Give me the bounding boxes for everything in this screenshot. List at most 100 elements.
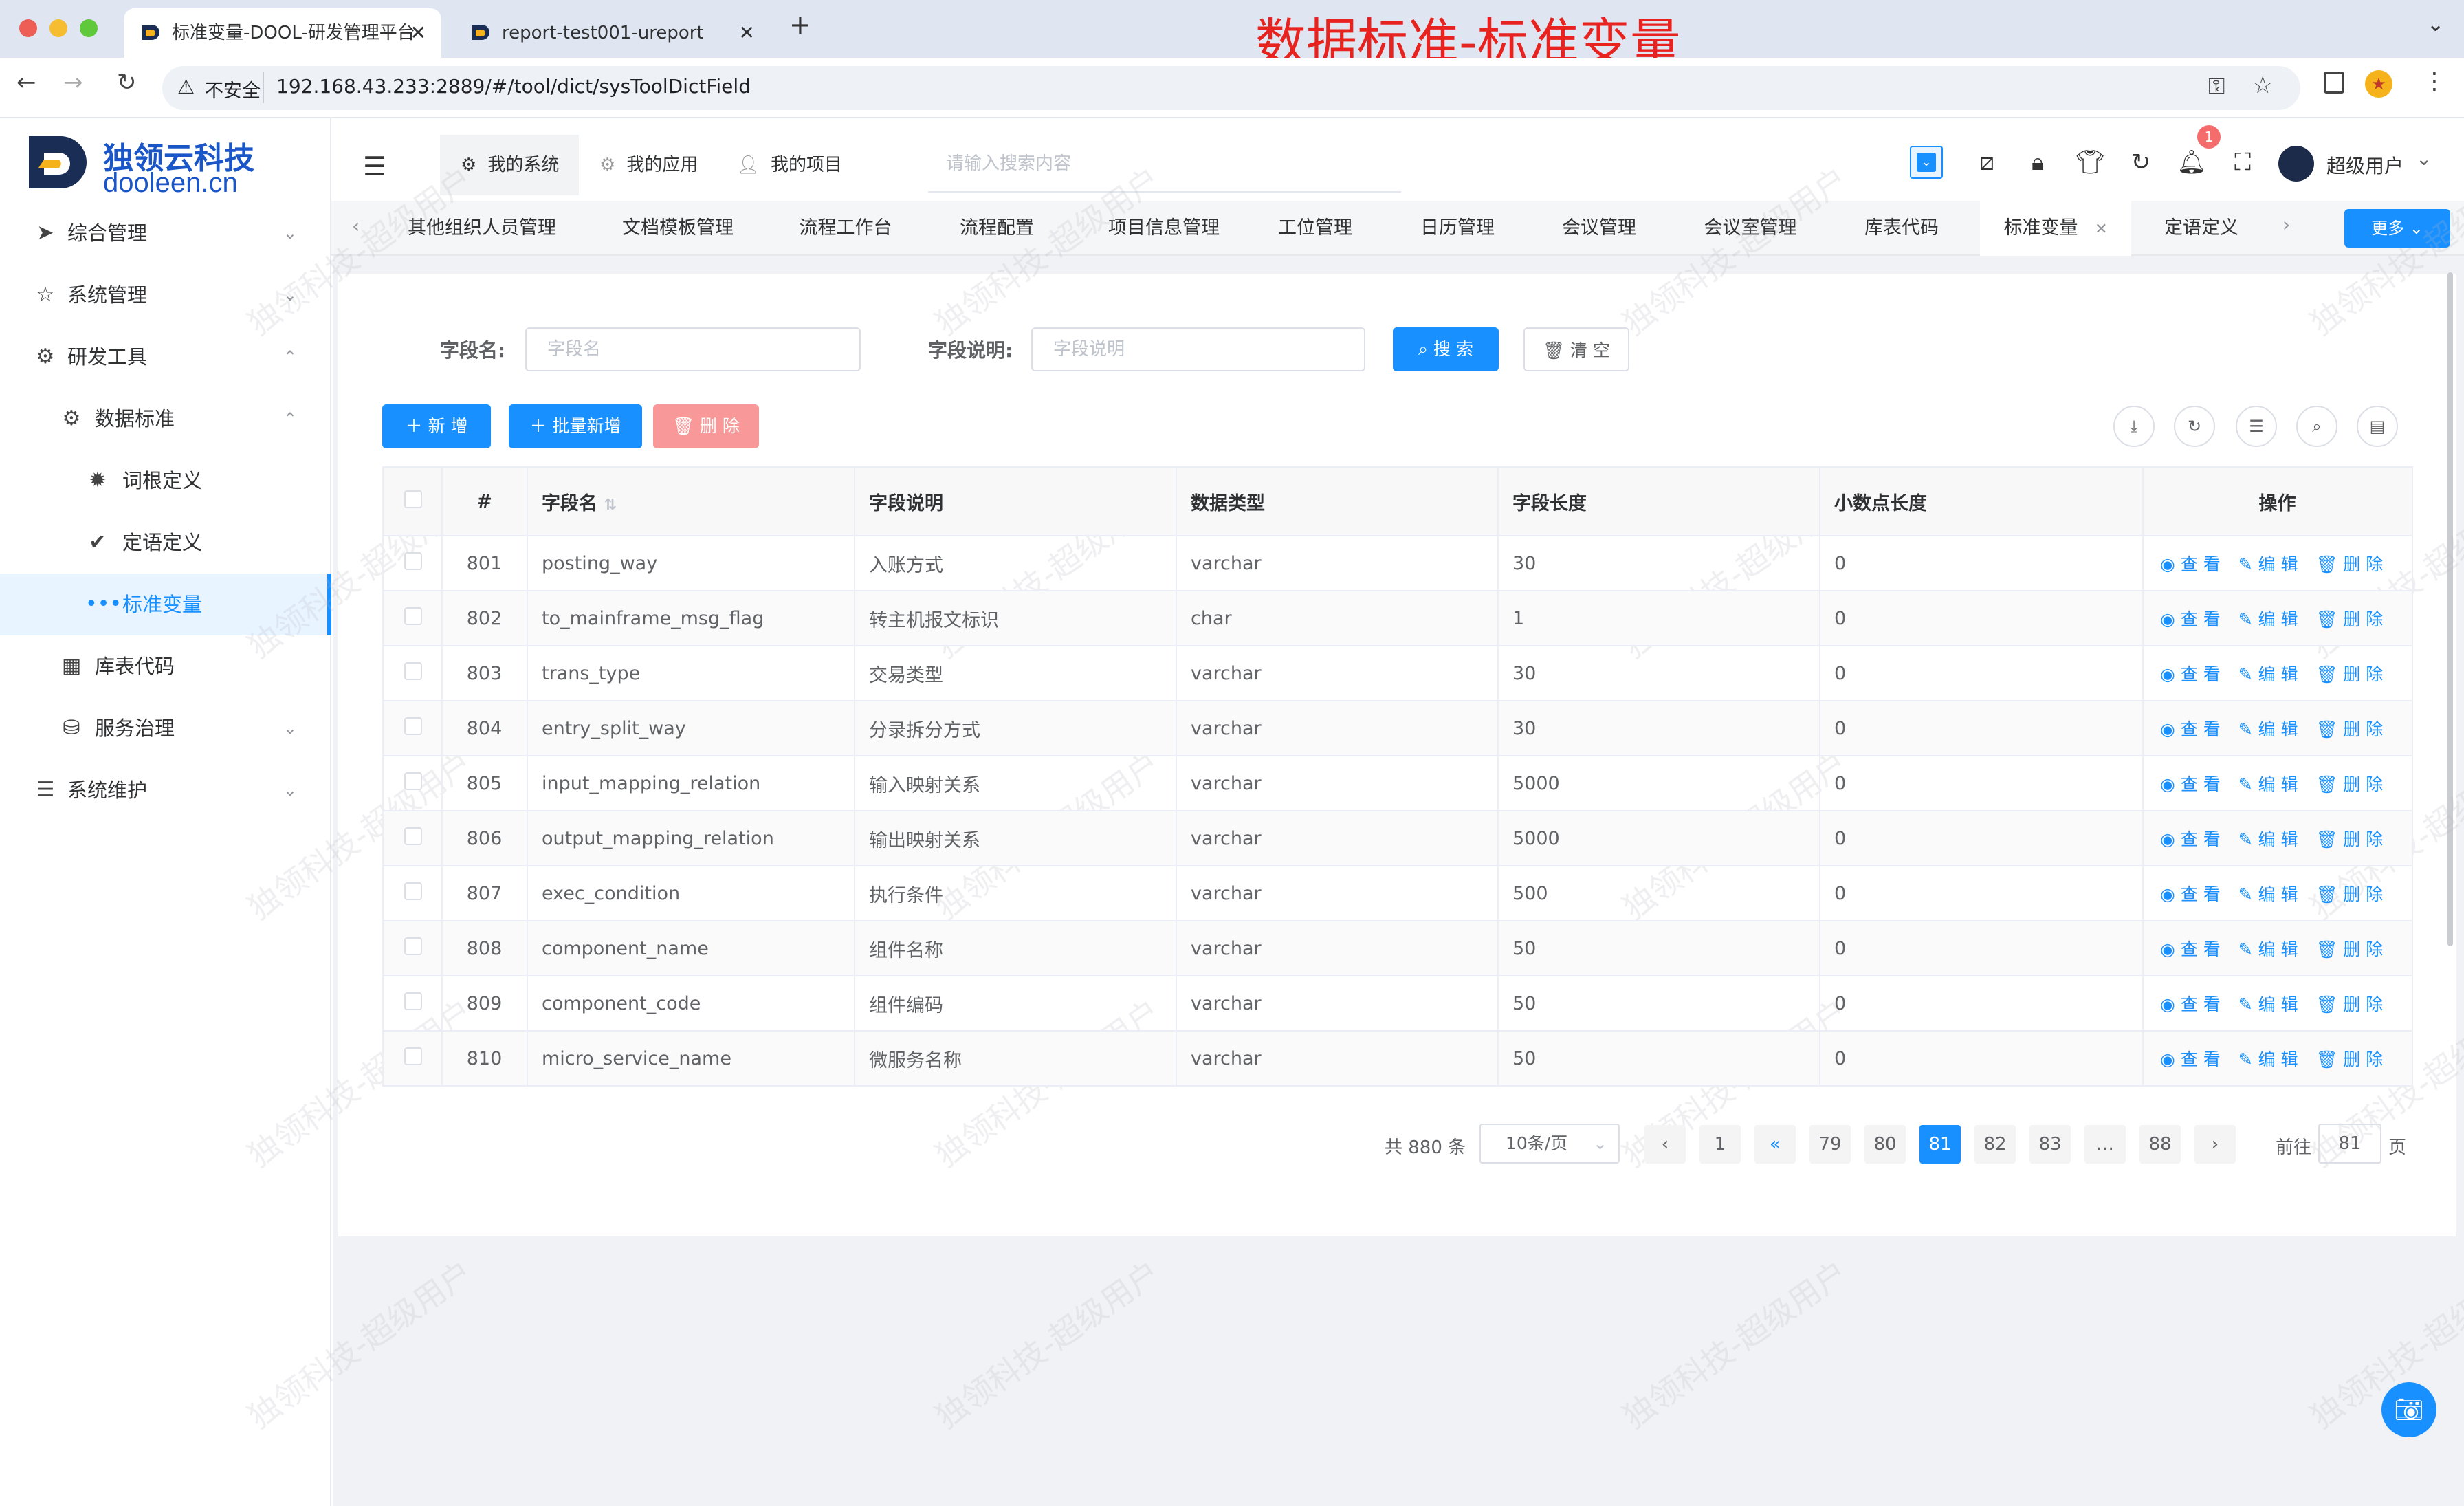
lock-icon[interactable]: 🔒︎ [2023, 147, 2053, 177]
next-page-icon[interactable]: › [2194, 1125, 2236, 1164]
delete-row-button[interactable]: 🗑︎ 删 除 [2316, 664, 2384, 684]
page-number[interactable]: 82 [1974, 1125, 2016, 1164]
search-button[interactable]: ⌕ 搜 索 [1393, 327, 1499, 371]
delete-row-button[interactable]: 🗑︎ 删 除 [2316, 719, 2384, 739]
new-tab-icon[interactable]: + [789, 10, 811, 40]
sidebar-item-service-gov[interactable]: ⛁ 服务治理 ⌄ [0, 697, 331, 759]
goto-page-input[interactable]: 81 [2318, 1124, 2382, 1164]
edit-button[interactable]: ✎ 编 辑 [2238, 829, 2298, 849]
page-size-select[interactable]: 10条/页 ⌄ [1480, 1124, 1620, 1164]
table-row[interactable]: 808 component_name 组件名称 varchar 50 0 ◉ 查 看 ✎ 编 … [382, 921, 2413, 976]
edit-button[interactable]: ✎ 编 辑 [2238, 1049, 2298, 1069]
row-checkbox[interactable] [382, 1031, 443, 1087]
row-checkbox[interactable] [382, 976, 443, 1032]
page-tab[interactable]: 库表代码 [1854, 201, 1950, 256]
back-arrow-icon[interactable]: ← [16, 69, 36, 96]
page-tab[interactable]: 流程工作台 [791, 201, 901, 256]
page-tab-active[interactable]: 标准变量 ✕ [1980, 201, 2131, 256]
view-button[interactable]: ◉ 查 看 [2160, 664, 2221, 684]
delete-button[interactable]: 🗑︎ 删 除 [653, 404, 759, 448]
sidebar-item-table-code[interactable]: ▦ 库表代码 [0, 635, 331, 697]
camera-icon[interactable]: 📷︎ [2382, 1382, 2436, 1437]
sidebar-item-devtools[interactable]: ⚙ 研发工具 ⌃ [0, 326, 331, 388]
delete-row-button[interactable]: 🗑︎ 删 除 [2316, 829, 2384, 849]
page-tab[interactable]: 流程配置 [942, 201, 1052, 256]
browser-tab-active[interactable]: 标准变量-DOOL-研发管理平台 ✕ [124, 8, 441, 58]
view-button[interactable]: ◉ 查 看 [2160, 609, 2221, 629]
more-tabs-button[interactable]: 更多 ⌄ [2344, 209, 2450, 248]
download-icon[interactable]: ⤓ [2113, 406, 2155, 447]
view-button[interactable]: ◉ 查 看 [2160, 829, 2221, 849]
edit-button[interactable]: ✎ 编 辑 [2238, 554, 2298, 574]
browser-tab[interactable]: report-test001-ureport ✕ [454, 8, 770, 58]
table-row[interactable]: 807 exec_condition 执行条件 varchar 500 0 ◉ 查 看 ✎ 编… [382, 866, 2413, 921]
jump-back-icon[interactable]: « [1754, 1125, 1796, 1164]
page-number-current[interactable]: 81 [1920, 1125, 1961, 1164]
tab-list-chevron-icon[interactable]: ⌄ [2427, 12, 2444, 36]
tab-my-projects[interactable]: 👤︎ 我的项目 [737, 135, 874, 195]
page-tab[interactable]: 其他组织人员管理 [399, 201, 565, 256]
delete-row-button[interactable]: 🗑︎ 删 除 [2316, 1049, 2384, 1069]
edit-button[interactable]: ✎ 编 辑 [2238, 939, 2298, 959]
user-chevron-down-icon[interactable]: ⌄ [2416, 147, 2432, 170]
global-search-input[interactable]: 请输入搜索内容 [928, 149, 1401, 193]
page-tab[interactable]: 文档模板管理 [606, 201, 749, 256]
delete-row-button[interactable]: 🗑︎ 删 除 [2316, 554, 2384, 574]
row-checkbox[interactable] [382, 591, 443, 646]
page-number[interactable]: 79 [1810, 1125, 1851, 1164]
table-row[interactable]: 810 micro_service_name 微服务名称 varchar 50 0 ◉ 查 … [382, 1031, 2413, 1087]
table-row[interactable]: 802 to_mainframe_msg_flag 转主机报文标识 char 1 0 ◉ 查… [382, 591, 2413, 646]
table-row[interactable]: 803 trans_type 交易类型 varchar 30 0 ◉ 查 看 ✎ 编 辑 🗑︎ … [382, 646, 2413, 701]
theme-picker-icon[interactable]: ⌄ [1910, 146, 1943, 179]
sidebar-item-data-standard[interactable]: ⚙ 数据标准 ⌃ [0, 388, 331, 450]
tab-my-apps[interactable]: ⚙ 我的应用 [600, 135, 737, 195]
page-number[interactable]: 1 [1700, 1125, 1741, 1164]
view-button[interactable]: ◉ 查 看 [2160, 884, 2221, 904]
prev-page-icon[interactable]: ‹ [1644, 1125, 1686, 1164]
page-tab[interactable]: 日历管理 [1409, 201, 1506, 256]
row-checkbox[interactable] [382, 646, 443, 701]
filter-settings-icon[interactable]: ☰ [2236, 406, 2277, 447]
close-icon[interactable]: ✕ [2095, 221, 2107, 238]
row-checkbox[interactable] [382, 536, 443, 591]
row-checkbox[interactable] [382, 701, 443, 756]
field-name-input[interactable]: 字段名 [525, 327, 861, 371]
view-button[interactable]: ◉ 查 看 [2160, 1049, 2221, 1069]
search-icon[interactable]: ⌕ [2296, 406, 2338, 447]
bookmark-star-icon[interactable]: ☆ [2252, 72, 2273, 99]
page-tab[interactable]: 项目信息管理 [1093, 201, 1235, 256]
sidebar-item-maintenance[interactable]: ☰ 系统维护 ⌄ [0, 759, 331, 821]
minimize-window-button[interactable] [50, 19, 67, 37]
clear-button[interactable]: 🗑︎ 清 空 [1524, 327, 1629, 371]
fullscreen-icon[interactable]: ⛶ [2228, 147, 2258, 177]
extension-icon[interactable]: ★ [2365, 70, 2392, 98]
key-icon[interactable]: ⚿ [2208, 73, 2225, 100]
refresh-icon[interactable]: ↻ [2174, 406, 2215, 447]
delete-row-button[interactable]: 🗑︎ 删 除 [2316, 884, 2384, 904]
view-button[interactable]: ◉ 查 看 [2160, 719, 2221, 739]
page-number[interactable]: 88 [2140, 1125, 2181, 1164]
page-number[interactable]: 80 [1864, 1125, 1906, 1164]
column-field-name[interactable]: 字段名 ⇅ [527, 466, 855, 536]
close-tab-icon[interactable]: ✕ [410, 8, 426, 58]
page-number[interactable]: 83 [2030, 1125, 2071, 1164]
sidebar-item-attr-def[interactable]: ✔ 定语定义 [0, 512, 331, 574]
page-tab[interactable]: 定语定义 [2152, 201, 2251, 256]
edit-button[interactable]: ✎ 编 辑 [2238, 609, 2298, 629]
close-window-button[interactable] [19, 19, 37, 37]
more-menu-icon[interactable]: ⋮ [2423, 67, 2446, 95]
layout-icon[interactable]: ⧄ [1972, 147, 2002, 177]
sort-icon[interactable]: ⇅ [604, 496, 616, 514]
delete-row-button[interactable]: 🗑︎ 删 除 [2316, 939, 2384, 959]
avatar[interactable] [2278, 146, 2314, 182]
delete-row-button[interactable]: 🗑︎ 删 除 [2316, 609, 2384, 629]
shirt-icon[interactable]: 👕︎ [2075, 147, 2105, 177]
table-row[interactable]: 804 entry_split_way 分录拆分方式 varchar 30 0 ◉ 查 看 ✎… [382, 701, 2413, 756]
edit-button[interactable]: ✎ 编 辑 [2238, 774, 2298, 794]
table-row[interactable]: 801 posting_way 入账方式 varchar 30 0 ◉ 查 看 ✎ 编 辑 🗑︎… [382, 536, 2413, 591]
select-all-checkbox[interactable] [382, 466, 443, 536]
row-checkbox[interactable] [382, 756, 443, 811]
more-pages-icon[interactable]: … [2084, 1125, 2126, 1164]
edit-button[interactable]: ✎ 编 辑 [2238, 884, 2298, 904]
bell-icon[interactable]: 🔔︎ [2177, 147, 2207, 177]
